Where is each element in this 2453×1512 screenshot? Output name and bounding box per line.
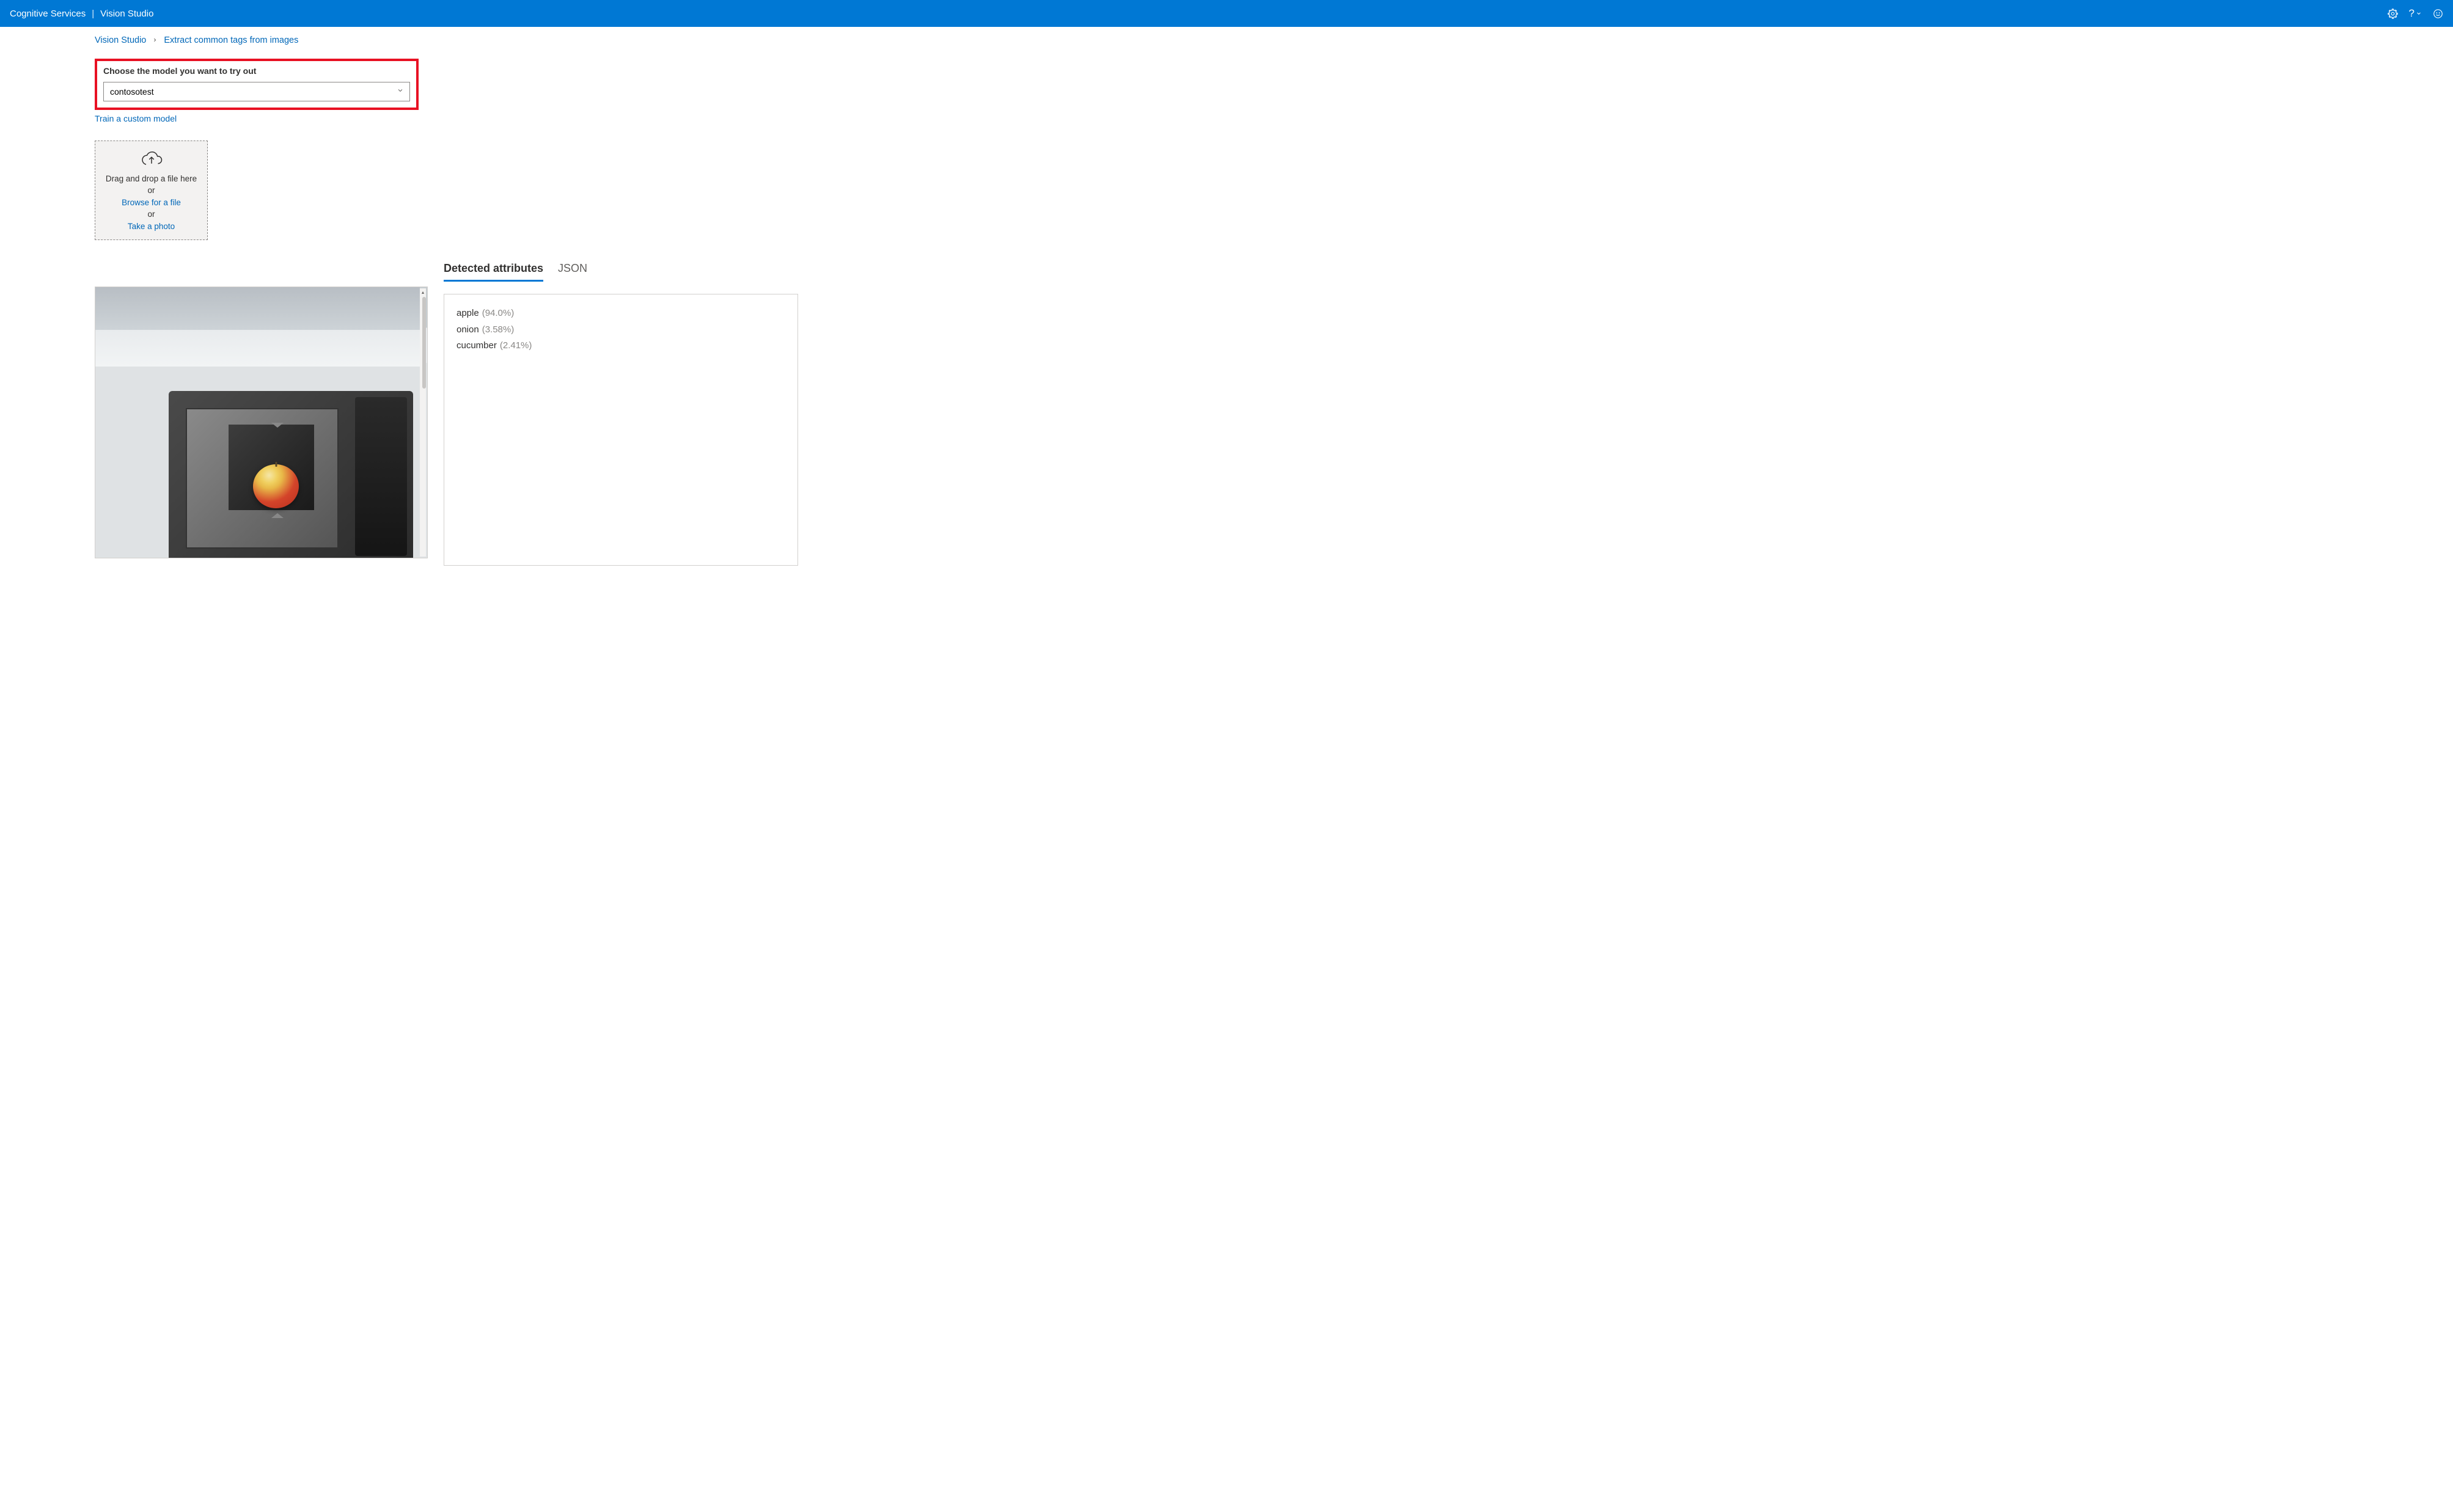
feedback-icon[interactable] [2433, 9, 2443, 19]
cloud-upload-icon [141, 150, 163, 169]
train-model-link[interactable]: Train a custom model [95, 114, 177, 123]
preview-image: ▴ [95, 287, 428, 558]
main-area: ▴ Detected attributes JSON apple (94.0%)… [95, 262, 2358, 566]
result-confidence: (2.41%) [500, 338, 532, 354]
image-scrollbar-thumb[interactable] [422, 297, 426, 389]
header-title: Cognitive Services | Vision Studio [10, 9, 153, 19]
breadcrumb: Vision Studio Extract common tags from i… [95, 35, 2358, 45]
results-box: apple (94.0%) onion (3.58%) cucumber (2.… [444, 294, 798, 566]
result-row: cucumber (2.41%) [457, 338, 785, 354]
gear-icon[interactable] [2388, 9, 2398, 19]
model-select[interactable] [103, 82, 410, 101]
or-text-2: or [147, 208, 155, 221]
result-confidence: (3.58%) [482, 322, 515, 338]
result-name: onion [457, 322, 479, 338]
header-divider: | [92, 9, 94, 19]
image-panel: ▴ [95, 262, 428, 566]
tab-json[interactable]: JSON [558, 262, 587, 282]
result-confidence: (94.0%) [482, 305, 515, 321]
result-row: onion (3.58%) [457, 322, 785, 338]
result-tabs: Detected attributes JSON [444, 262, 798, 282]
result-name: apple [457, 305, 479, 321]
drag-drop-text: Drag and drop a file here [106, 173, 197, 185]
help-icon[interactable]: ? [2409, 7, 2422, 20]
results-panel: Detected attributes JSON apple (94.0%) o… [444, 262, 798, 566]
model-selector-highlight: Choose the model you want to try out [95, 59, 419, 110]
app-header: Cognitive Services | Vision Studio ? [0, 0, 2453, 27]
chevron-right-icon [152, 36, 158, 45]
result-name: cucumber [457, 338, 497, 354]
upload-box[interactable]: Drag and drop a file here or Browse for … [95, 141, 208, 240]
browse-link[interactable]: Browse for a file [122, 197, 181, 209]
model-label: Choose the model you want to try out [103, 66, 410, 76]
section-name: Vision Studio [100, 9, 153, 19]
or-text-1: or [147, 184, 155, 197]
app-name: Cognitive Services [10, 9, 86, 19]
take-photo-link[interactable]: Take a photo [128, 221, 175, 233]
tab-detected-attributes[interactable]: Detected attributes [444, 262, 543, 282]
page-content: Vision Studio Extract common tags from i… [0, 27, 2453, 574]
breadcrumb-root[interactable]: Vision Studio [95, 35, 146, 45]
result-row: apple (94.0%) [457, 305, 785, 321]
header-actions: ? [2388, 7, 2443, 20]
model-select-wrapper [103, 82, 410, 101]
breadcrumb-page[interactable]: Extract common tags from images [164, 35, 298, 45]
